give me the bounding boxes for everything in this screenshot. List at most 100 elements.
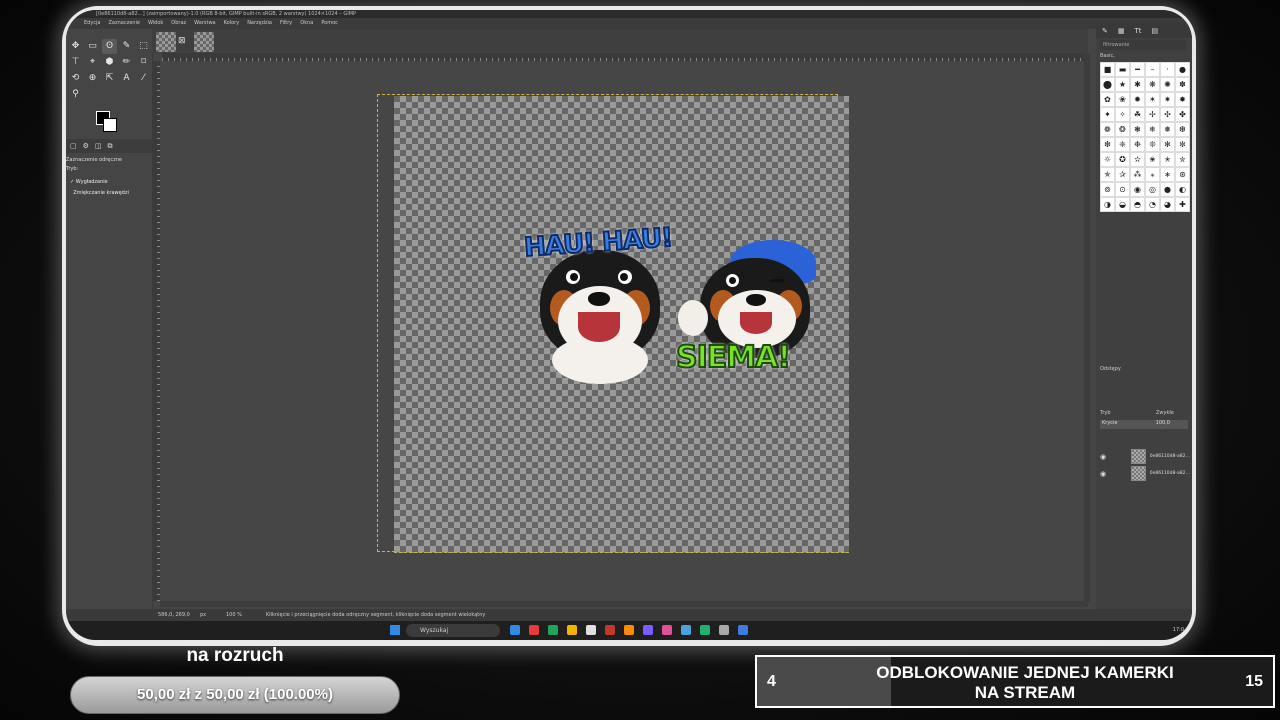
brush-preset-icon[interactable]: ✱: [1130, 77, 1145, 92]
taskbar-app-icon[interactable]: [624, 625, 634, 635]
brush-preset-icon[interactable]: ✽: [1175, 77, 1190, 92]
image-tab-1[interactable]: [156, 32, 176, 52]
option-feather[interactable]: Zmiękczanie krawędzi: [70, 190, 129, 196]
font-tab-icon[interactable]: Tt: [1135, 24, 1142, 38]
tool-options-tab-icon[interactable]: ⧉: [108, 139, 113, 153]
zoom-select[interactable]: 100 %: [226, 609, 242, 621]
opacity-slider[interactable]: Krycie 100,0: [1100, 420, 1188, 429]
background-color[interactable]: [103, 118, 117, 132]
image-tab-2[interactable]: [194, 32, 214, 52]
tool-icon[interactable]: ✥: [68, 39, 83, 54]
tool-icon[interactable]: ʘ: [102, 39, 117, 54]
tool-icon[interactable]: A: [119, 71, 134, 86]
tool-options-tab-icon[interactable]: ▢: [70, 139, 77, 153]
brush-preset-icon[interactable]: ✻: [1160, 137, 1175, 152]
tool-icon[interactable]: ⊤: [68, 55, 83, 70]
taskbar-app-icon[interactable]: [643, 625, 653, 635]
menu-item[interactable]: Filtry: [280, 18, 292, 29]
brush-preset-icon[interactable]: ⊛: [1175, 167, 1190, 182]
brush-preset-icon[interactable]: ⬤: [1100, 77, 1115, 92]
brush-preset-icon[interactable]: ✤: [1175, 107, 1190, 122]
visibility-eye-icon[interactable]: ◉: [1100, 470, 1110, 478]
brush-preset-icon[interactable]: ✿: [1100, 92, 1115, 107]
brush-preset-icon[interactable]: ⊙: [1115, 182, 1130, 197]
tool-icon[interactable]: ⟲: [68, 71, 83, 86]
brush-preset-icon[interactable]: ✢: [1145, 107, 1160, 122]
brush-preset-icon[interactable]: ❁: [1100, 122, 1115, 137]
horizontal-scrollbar[interactable]: [160, 601, 1088, 607]
brush-preset-icon[interactable]: ✪: [1115, 152, 1130, 167]
brush-preset-icon[interactable]: ◐: [1175, 182, 1190, 197]
brush-preset-icon[interactable]: ◎: [1145, 182, 1160, 197]
menu-item[interactable]: Pomoc: [321, 18, 338, 29]
visibility-eye-icon[interactable]: ◉: [1100, 453, 1110, 461]
color-swatches[interactable]: [96, 111, 118, 133]
tool-icon[interactable]: ⊕: [85, 71, 100, 86]
tool-icon[interactable]: ▭: [85, 39, 100, 54]
brush-preset-icon[interactable]: ✫: [1130, 152, 1145, 167]
brush-preset-icon[interactable]: ∗: [1160, 167, 1175, 182]
brush-preset-icon[interactable]: ❂: [1115, 122, 1130, 137]
brush-preset-icon[interactable]: ━: [1130, 62, 1145, 77]
tool-icon[interactable]: ⚲: [68, 87, 83, 102]
brush-preset-icon[interactable]: ❀: [1115, 92, 1130, 107]
unit-select[interactable]: px: [200, 609, 206, 621]
brush-preset-icon[interactable]: ✬: [1145, 152, 1160, 167]
brush-preset-icon[interactable]: ·: [1160, 62, 1175, 77]
taskbar-app-icon[interactable]: [529, 625, 539, 635]
tool-icon[interactable]: ⌑: [136, 55, 151, 70]
vertical-ruler[interactable]: [152, 61, 160, 601]
menu-item[interactable]: Narzędzia: [247, 18, 272, 29]
brush-preset-icon[interactable]: ✸: [1175, 92, 1190, 107]
taskbar-app-icon[interactable]: [605, 625, 615, 635]
image-canvas[interactable]: HAU! HAU! SIEMA!: [394, 96, 849, 553]
brush-preset-icon[interactable]: ●: [1175, 62, 1190, 77]
menu-item[interactable]: Kolory: [224, 18, 240, 29]
brush-preset-icon[interactable]: ❈: [1115, 137, 1130, 152]
option-antialias[interactable]: ✓ Wygładzanie: [70, 179, 108, 185]
tool-icon[interactable]: ⬚: [136, 39, 151, 54]
vertical-scrollbar[interactable]: [1084, 53, 1090, 603]
brush-preset-icon[interactable]: ●: [1160, 182, 1175, 197]
menu-item[interactable]: Obraz: [171, 18, 186, 29]
menu-item[interactable]: Edycja: [84, 18, 101, 29]
brush-preset-icon[interactable]: ✺: [1160, 77, 1175, 92]
brush-preset-icon[interactable]: ❆: [1175, 122, 1190, 137]
menu-item[interactable]: Warstwa: [194, 18, 215, 29]
brush-preset-icon[interactable]: ◑: [1100, 197, 1115, 212]
brush-preset-icon[interactable]: ☼: [1100, 152, 1115, 167]
brush-preset-icon[interactable]: ✣: [1160, 107, 1175, 122]
taskbar-app-icon[interactable]: [510, 625, 520, 635]
brush-preset-icon[interactable]: ◕: [1160, 197, 1175, 212]
taskbar-app-icon[interactable]: [719, 625, 729, 635]
taskbar-app-icon[interactable]: [700, 625, 710, 635]
close-tab-icon[interactable]: ⊠: [178, 36, 186, 46]
brush-preset-icon[interactable]: ❇: [1100, 137, 1115, 152]
menu-item[interactable]: Okna: [300, 18, 313, 29]
brush-preset-icon[interactable]: ✮: [1175, 152, 1190, 167]
brush-preset-icon[interactable]: ■: [1100, 62, 1115, 77]
brush-preset-icon[interactable]: ◉: [1130, 182, 1145, 197]
horizontal-ruler[interactable]: [162, 53, 1088, 61]
brush-preset-icon[interactable]: ▬: [1115, 62, 1130, 77]
brush-preset-icon[interactable]: ✯: [1100, 167, 1115, 182]
brush-preset-icon[interactable]: ★: [1115, 77, 1130, 92]
layer-mode-value[interactable]: Zwykłe: [1156, 410, 1174, 416]
taskbar-app-icon[interactable]: [567, 625, 577, 635]
windows-start-icon[interactable]: [390, 625, 400, 635]
layer-row[interactable]: ◉ 0e86110d8-a82…: [1100, 449, 1190, 464]
taskbar-search[interactable]: Wyszukaj: [406, 624, 500, 637]
menu-item[interactable]: Widok: [148, 18, 163, 29]
brush-preset-icon[interactable]: ◒: [1115, 197, 1130, 212]
brush-preset-icon[interactable]: ✼: [1175, 137, 1190, 152]
brush-preset-icon[interactable]: ⁂: [1130, 167, 1145, 182]
tool-icon[interactable]: ⇱: [102, 71, 117, 86]
taskbar-app-icon[interactable]: [738, 625, 748, 635]
brush-preset-icon[interactable]: ⁎: [1145, 167, 1160, 182]
brush-tab-icon[interactable]: ✎: [1102, 24, 1108, 38]
brush-preset-icon[interactable]: ☘: [1130, 107, 1145, 122]
brush-preset-icon[interactable]: ✦: [1100, 107, 1115, 122]
brush-preset-icon[interactable]: ✰: [1115, 167, 1130, 182]
brush-preset-icon[interactable]: ✧: [1115, 107, 1130, 122]
brush-preset-icon[interactable]: ❃: [1130, 122, 1145, 137]
